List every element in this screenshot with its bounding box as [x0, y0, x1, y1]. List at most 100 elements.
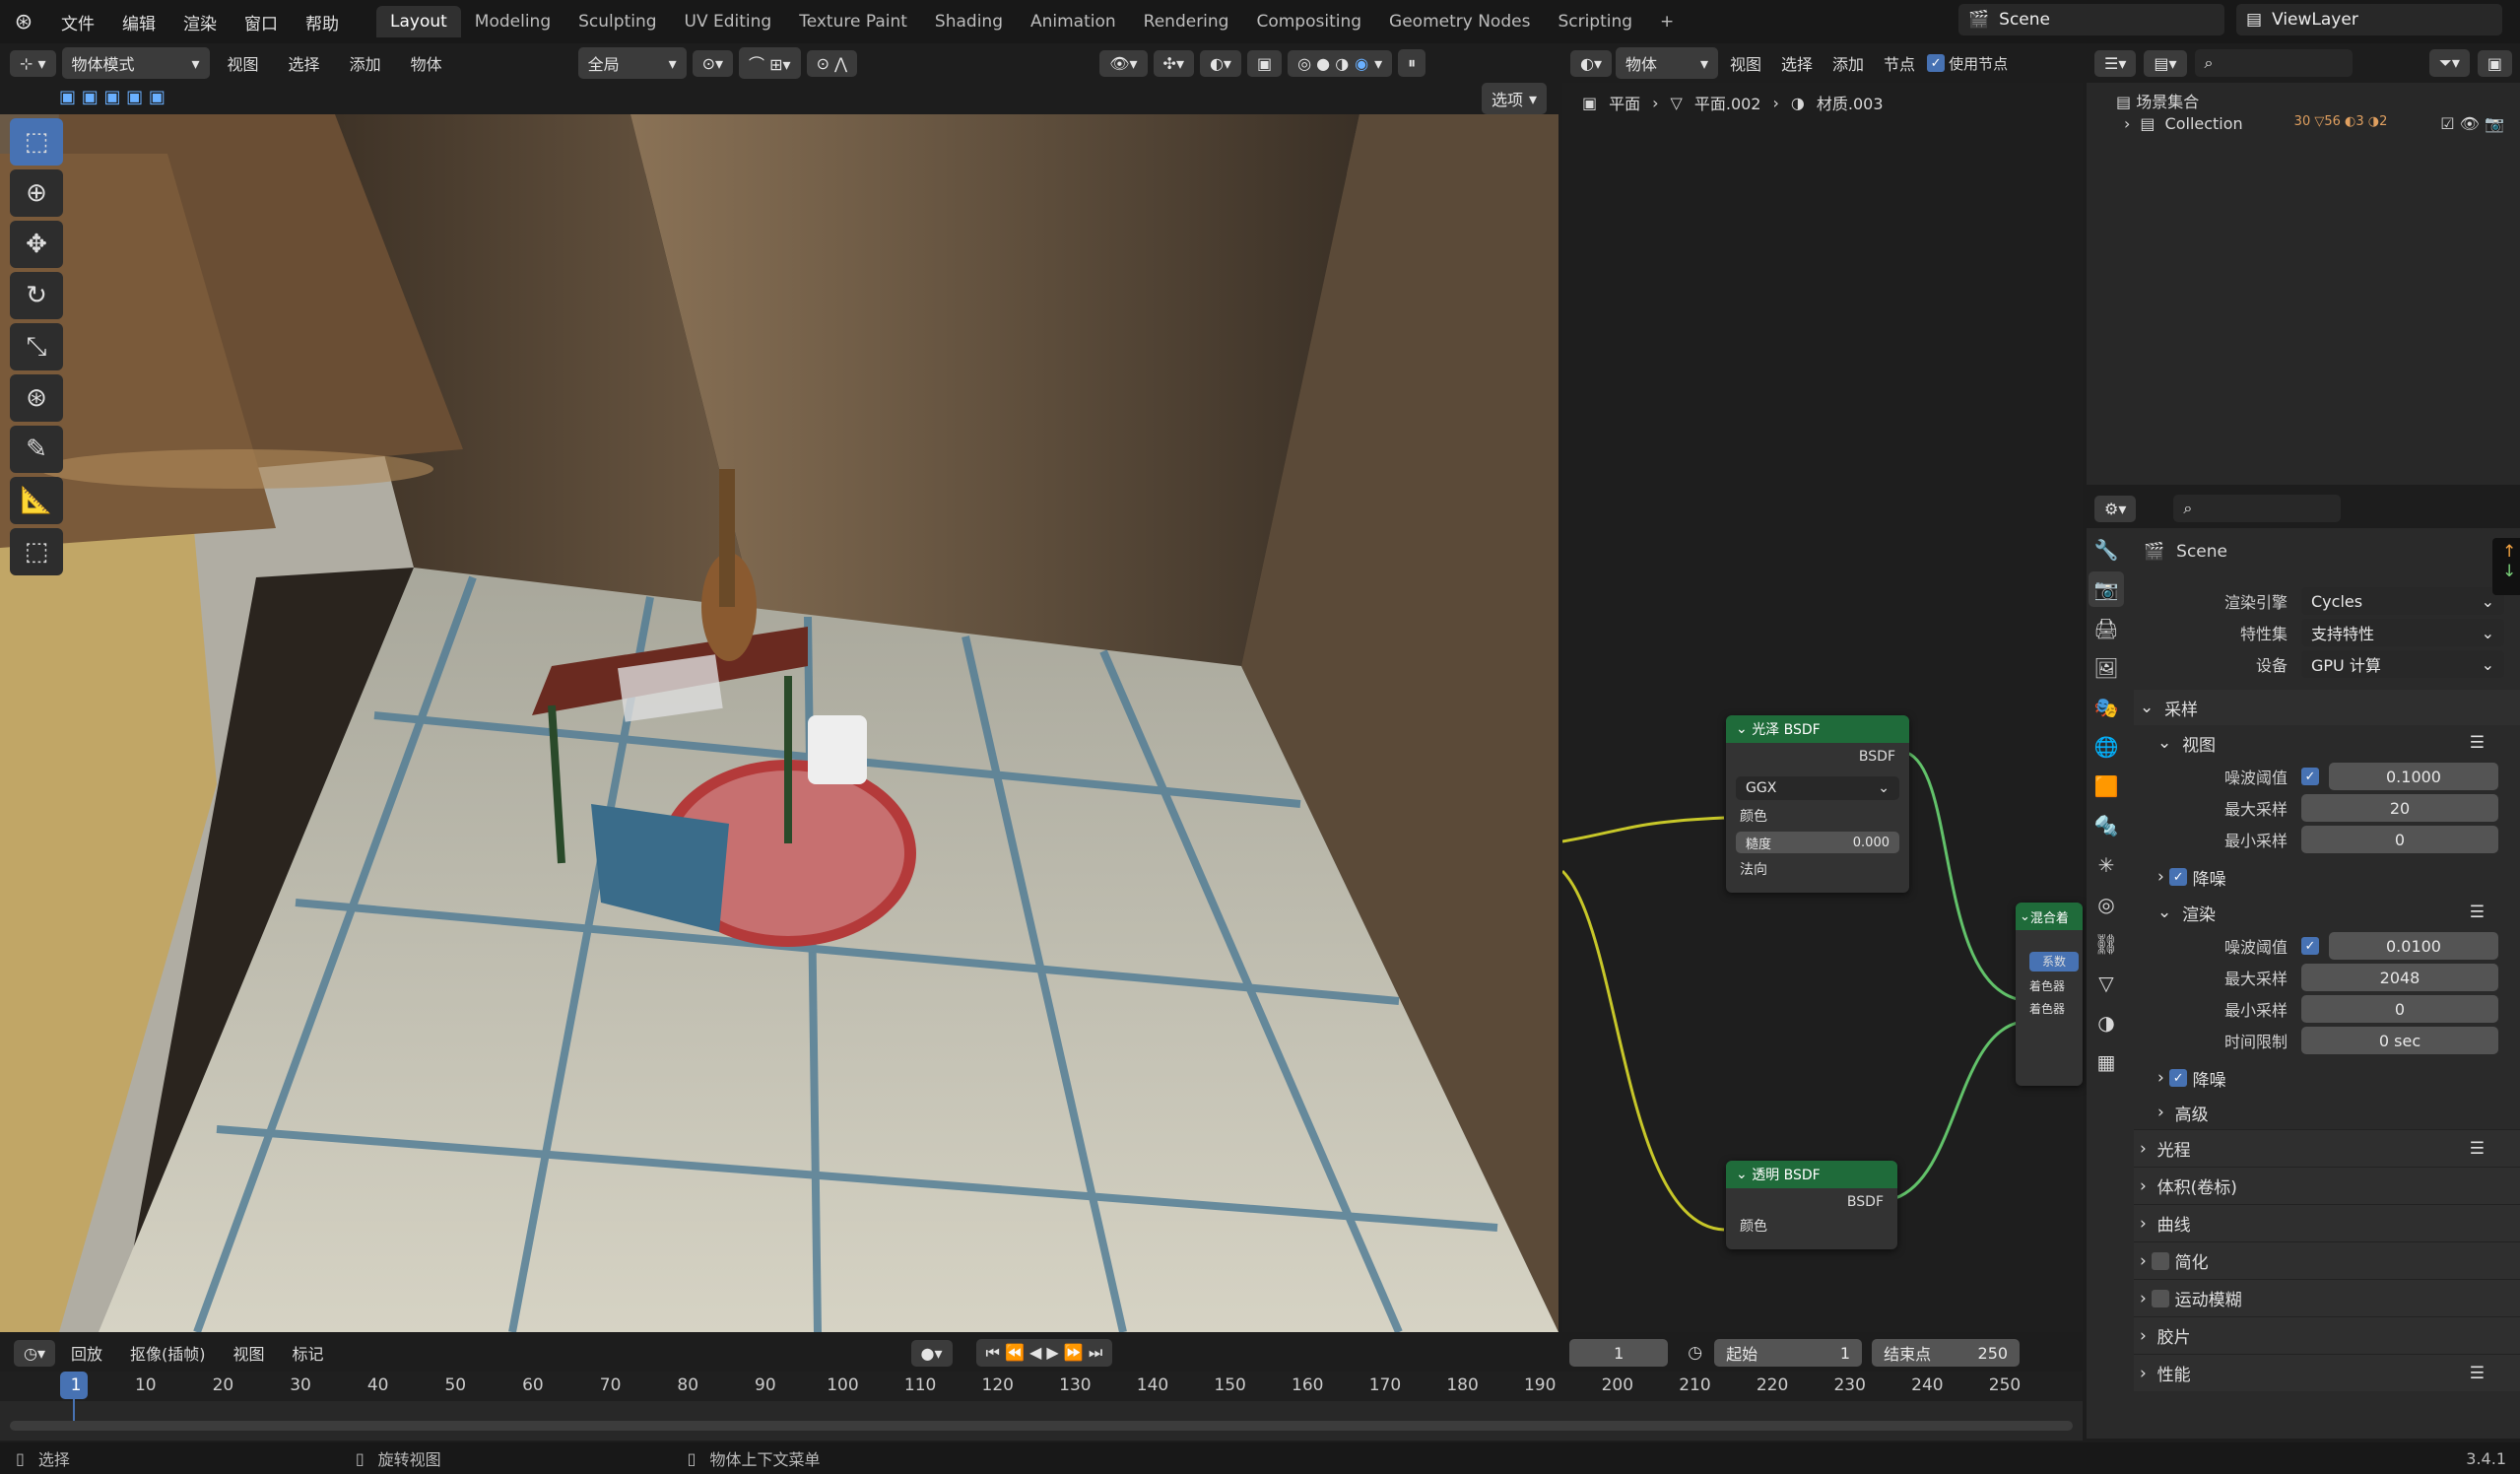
properties-search-input[interactable]: ⌕: [2173, 495, 2342, 522]
list-icon[interactable]: ☰: [2470, 1139, 2485, 1159]
data-tab-icon[interactable]: ▽: [2089, 966, 2124, 1001]
roughness-field[interactable]: 糙度 0.000: [1736, 832, 1899, 853]
rotate-tool-icon[interactable]: ↻: [10, 272, 63, 319]
pivot-icon[interactable]: ⊙▾: [692, 49, 734, 77]
device-dropdown[interactable]: GPU 计算 ⌄: [2301, 650, 2504, 678]
time-limit-field[interactable]: 0 sec: [2301, 1027, 2498, 1054]
object-tab-icon[interactable]: 🟧: [2089, 769, 2124, 804]
tab-sculpting[interactable]: Sculpting: [564, 6, 670, 37]
constraints-tab-icon[interactable]: ⛓: [2089, 926, 2124, 962]
physics-tab-icon[interactable]: ◎: [2089, 887, 2124, 922]
tab-texture-paint[interactable]: Texture Paint: [785, 6, 921, 37]
shading-modes-icon[interactable]: ◎ ● ◑ ◉ ▾: [1288, 49, 1393, 77]
new-collection-icon[interactable]: ▣: [2477, 49, 2512, 77]
viewport-options-button[interactable]: 选项 ▾: [1482, 83, 1548, 114]
world-tab-icon[interactable]: 🌐: [2089, 729, 2124, 765]
select-mode-icons[interactable]: ▣ ▣ ▣ ▣ ▣: [59, 87, 166, 107]
sampling-panel-header[interactable]: ⌄ 采样: [2134, 690, 2520, 725]
view-layer-tab-icon[interactable]: 🖼: [2089, 650, 2124, 686]
render-tab-icon[interactable]: 📷: [2089, 571, 2124, 607]
viewport-denoise-header[interactable]: › ✓ 降噪: [2134, 859, 2520, 895]
feature-set-dropdown[interactable]: 支持特性 ⌄: [2301, 619, 2504, 646]
timeline-type-icon[interactable]: ◷▾: [14, 1339, 55, 1367]
tab-rendering[interactable]: Rendering: [1130, 6, 1243, 37]
viewport-noise-threshold-field[interactable]: 0.1000: [2329, 763, 2498, 790]
proportional-icon[interactable]: ⊙ ⋀: [806, 49, 858, 77]
tab-geometry-nodes[interactable]: Geometry Nodes: [1375, 6, 1544, 37]
add-cube-tool-icon[interactable]: ⬚: [10, 528, 63, 575]
scale-tool-icon[interactable]: ⤡: [10, 323, 63, 370]
motion-blur-panel-header[interactable]: › 运动模糊: [2134, 1279, 2520, 1316]
tab-modeling[interactable]: Modeling: [461, 6, 564, 37]
viewport-denoise-checkbox[interactable]: ✓: [2169, 868, 2188, 886]
render-min-samples-field[interactable]: 0: [2301, 995, 2498, 1023]
viewlayer-selector[interactable]: ▤ ViewLayer: [2236, 4, 2502, 35]
menu-render[interactable]: 渲染: [169, 10, 231, 34]
light-paths-panel-header[interactable]: › 光程 ☰: [2134, 1129, 2520, 1167]
xray-icon[interactable]: ▣: [1246, 49, 1283, 77]
performance-panel-header[interactable]: › 性能 ☰: [2134, 1354, 2520, 1391]
viewport-menu-select[interactable]: 选择: [277, 51, 332, 75]
tab-uv-editing[interactable]: UV Editing: [671, 6, 786, 37]
measure-tool-icon[interactable]: 📐: [10, 477, 63, 524]
node-editor[interactable]: ◐▾ 物体 ▾ 视图 选择 添加 节点 ✓ 使用节点 ▣ 平面 › ▽ 平面.00…: [1562, 43, 2083, 1332]
snap-icon[interactable]: ⌒ ⊞▾: [739, 47, 801, 79]
tool-tab-icon[interactable]: 🔧: [2089, 532, 2124, 568]
tab-layout[interactable]: Layout: [376, 6, 461, 37]
tab-animation[interactable]: Animation: [1017, 6, 1130, 37]
render-engine-dropdown[interactable]: Cycles ⌄: [2301, 587, 2504, 615]
start-frame-field[interactable]: 起始 1: [1714, 1339, 1863, 1367]
curves-panel-header[interactable]: › 曲线: [2134, 1204, 2520, 1241]
end-frame-field[interactable]: 结束点 250: [1872, 1339, 2021, 1367]
timeline-scrollbar[interactable]: [10, 1421, 2073, 1431]
menu-help[interactable]: 帮助: [292, 10, 353, 34]
render-subpanel-header[interactable]: ⌄ 渲染 ☰: [2134, 895, 2520, 930]
render-threshold-checkbox[interactable]: ✓: [2301, 937, 2319, 955]
transparent-node-header[interactable]: ⌄ 透明 BSDF: [1726, 1161, 1897, 1188]
viewport-subpanel-header[interactable]: ⌄ 视图 ☰: [2134, 725, 2520, 761]
blender-logo-icon[interactable]: ⊛: [0, 10, 47, 34]
outliner-search-input[interactable]: ⌕: [2194, 49, 2353, 77]
viewport-menu-add[interactable]: 添加: [338, 51, 393, 75]
annotate-tool-icon[interactable]: ✎: [10, 426, 63, 473]
collection-row[interactable]: › ▤ Collection 30 ▽56 ◐3 ◑2 ☑ 👁 📷: [2087, 110, 2520, 138]
viewport-threshold-checkbox[interactable]: ✓: [2301, 768, 2319, 785]
mix-factor-field[interactable]: 系数: [2029, 952, 2079, 972]
scene-collection-row[interactable]: ▤ 场景集合: [2087, 83, 2520, 111]
modifier-tab-icon[interactable]: 🔩: [2089, 808, 2124, 843]
render-max-samples-field[interactable]: 2048: [2301, 964, 2498, 991]
move-tool-icon[interactable]: ✥: [10, 221, 63, 268]
list-icon[interactable]: ☰: [2470, 903, 2485, 922]
motion-blur-checkbox[interactable]: [2152, 1289, 2170, 1307]
mix-shader-node[interactable]: ⌄ 混合着 系数 着色器 着色器: [2016, 903, 2083, 1086]
current-frame-field[interactable]: 1: [1569, 1339, 1669, 1367]
texture-tab-icon[interactable]: ▦: [2089, 1044, 2124, 1080]
viewport-menu-object[interactable]: 物体: [399, 51, 454, 75]
glossy-node-header[interactable]: ⌄ 光泽 BSDF: [1726, 715, 1909, 743]
menu-edit[interactable]: 编辑: [108, 10, 169, 34]
render-denoise-header[interactable]: › ✓ 降噪: [2134, 1060, 2520, 1096]
viewport-menu-view[interactable]: 视图: [216, 51, 271, 75]
record-icon[interactable]: ●▾: [910, 1339, 953, 1367]
output-tab-icon[interactable]: 🖨: [2089, 611, 2124, 646]
menu-file[interactable]: 文件: [47, 10, 108, 34]
cursor-tool-icon[interactable]: ⊕: [10, 169, 63, 217]
tab-scripting[interactable]: Scripting: [1544, 6, 1646, 37]
properties-type-icon[interactable]: ⚙▾: [2094, 495, 2137, 522]
list-icon[interactable]: ☰: [2470, 1364, 2485, 1383]
scene-tab-icon[interactable]: 🎭: [2089, 690, 2124, 725]
volumes-panel-header[interactable]: › 体积(卷标): [2134, 1167, 2520, 1204]
particles-tab-icon[interactable]: ✳: [2089, 847, 2124, 883]
gizmo-icon[interactable]: ✣▾: [1153, 49, 1194, 77]
render-noise-threshold-field[interactable]: 0.0100: [2329, 932, 2498, 960]
editor-type-button[interactable]: ⊹ ▾: [10, 49, 56, 77]
film-panel-header[interactable]: › 胶片: [2134, 1316, 2520, 1354]
transform-orientation-dropdown[interactable]: 全局 ▾: [577, 47, 687, 79]
pause-render-icon[interactable]: ⏸: [1398, 49, 1426, 77]
overlay-icon[interactable]: ◐▾: [1199, 49, 1241, 77]
timeline-menu-keying[interactable]: 抠像(插帧): [118, 1341, 218, 1365]
add-workspace-button[interactable]: +: [1646, 6, 1688, 37]
mix-node-header[interactable]: ⌄ 混合着: [2016, 903, 2083, 930]
list-icon[interactable]: ☰: [2470, 733, 2485, 753]
select-box-tool-icon[interactable]: ⬚: [10, 118, 63, 166]
